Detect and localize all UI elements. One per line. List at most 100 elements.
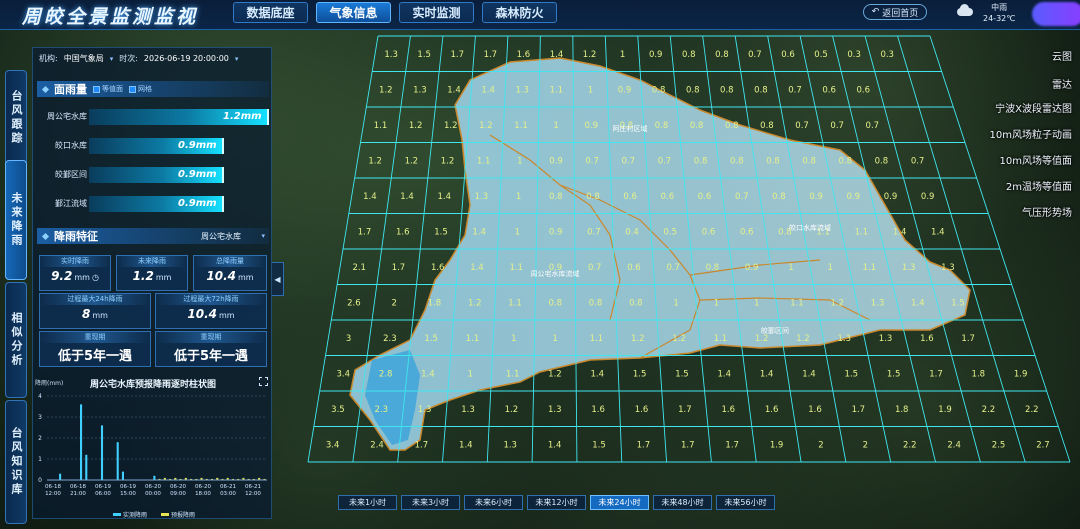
areal-rain-bar-row: 皎口水库 0.9mm: [33, 138, 273, 154]
bar-label: 周公宅水库: [47, 112, 87, 121]
collapse-panel-button[interactable]: ◀: [272, 262, 284, 296]
grid-cell-value: 1.3: [871, 298, 885, 308]
bar-value: 0.9mm: [178, 140, 217, 151]
org-select[interactable]: 中国气象局: [64, 53, 104, 64]
grid-cell-value: 0.8: [690, 121, 704, 131]
grid-cell-value: 1.4: [548, 440, 562, 450]
grid-cell-value: 1.7: [678, 405, 692, 415]
x-tick-label: 06-19 06:00: [95, 484, 111, 497]
tab-data-base[interactable]: 数据底座: [233, 2, 308, 23]
time-button[interactable]: 未来48小时: [653, 495, 712, 510]
grid-cell-value: 2.2: [1025, 405, 1039, 415]
grid-cell-value: 1.9: [1014, 369, 1028, 379]
tab-forest-fire[interactable]: 森林防火: [482, 2, 557, 23]
grid-cell-value: 1: [516, 192, 521, 202]
chevron-down-icon: ▾: [261, 232, 265, 240]
grid-cell-value: 1.2: [405, 156, 419, 166]
expand-icon[interactable]: [259, 377, 268, 386]
grid-cell-value: 0.8: [589, 298, 603, 308]
tab-weather-info[interactable]: 气象信息: [316, 2, 391, 23]
grid-cell-value: 0.7: [658, 156, 672, 166]
layer-toggle[interactable]: 10m风场等值面: [1000, 152, 1072, 167]
tab-realtime-monitor[interactable]: 实时监测: [399, 2, 474, 23]
bar-label: 鄞江流域: [55, 199, 87, 208]
grid-cell-value: 1.4: [802, 369, 816, 379]
time-button[interactable]: 未来6小时: [464, 495, 523, 510]
grid-cell-value: 0.8: [686, 85, 700, 95]
layer-toggle[interactable]: 云图: [1052, 48, 1072, 63]
card-return-period-2: 重现期 低于5年一遇: [155, 331, 267, 367]
x-tick-label: 06-19 15:00: [120, 484, 136, 497]
grid-cell-value: 1.3: [461, 405, 475, 415]
bar-value: 0.9mm: [178, 198, 217, 209]
card-realtime-rain: 实时降雨 9.2 mm ◷: [39, 255, 111, 291]
grid-cell-value: 0.7: [735, 192, 749, 202]
user-avatar[interactable]: [1032, 2, 1080, 26]
time-button[interactable]: 未来1小时: [338, 495, 397, 510]
grid-cell-value: 1.3: [879, 334, 893, 344]
grid-cell-value: 0.9: [809, 192, 823, 202]
grid-cell-value: 2.7: [1036, 440, 1050, 450]
grid-cell-value: 2: [818, 440, 823, 450]
grid-cell-value: 0.8: [760, 121, 774, 131]
grid-cell-value: 1.4: [591, 369, 605, 379]
vtab-future-rain[interactable]: 未来降雨: [5, 160, 27, 280]
back-home-button[interactable]: ↶ 返回首页: [863, 4, 927, 20]
chevron-down-icon[interactable]: ▾: [110, 55, 114, 63]
rain-bar-chart: 0 1 2 3 4 06-18 12:00 06-18 21:00 06-19 06:00 06-19…: [38, 393, 267, 497]
grid-cell-value: 1.7: [852, 405, 866, 415]
grid-cell-value: 1.5: [887, 369, 901, 379]
layer-toggle[interactable]: 宁波X波段雷达图: [995, 100, 1072, 115]
layer-toggle[interactable]: 气压形势场: [1022, 204, 1072, 219]
grid-cell-value: 1.4: [893, 227, 907, 237]
time-button[interactable]: 未来56小时: [716, 495, 775, 510]
app-title: 周皎全景监测监视: [22, 6, 199, 28]
grid-cell-value: 1.4: [400, 192, 414, 202]
grid-cell-value: 1.4: [718, 369, 732, 379]
vtab-typhoon-track[interactable]: 台风跟踪: [5, 70, 27, 166]
grid-cell-value: 0.8: [802, 156, 816, 166]
grid-cell-value: 1.2: [548, 369, 562, 379]
grid-cell-value: 1: [673, 298, 678, 308]
grid-cell-value: 0.9: [745, 263, 759, 273]
vtab-similar-analysis[interactable]: 相似分析: [5, 282, 27, 398]
time-button[interactable]: 未来12小时: [527, 495, 586, 510]
grid-checkbox[interactable]: 网格: [129, 84, 152, 94]
grid-cell-value: 1.6: [517, 50, 531, 60]
legend-forecast: 预报降雨: [161, 510, 195, 519]
layer-toggle[interactable]: 2m温场等值面: [1006, 178, 1072, 193]
y-tick-label: 1: [38, 456, 42, 463]
grid-cell-value: 1: [552, 334, 557, 344]
reservoir-select[interactable]: 周公宅水库 ▾: [197, 229, 269, 243]
grid-cell-value: 0.7: [748, 50, 762, 60]
contour-checkbox[interactable]: 等值面: [93, 84, 123, 94]
grid-cell-value: 1.2: [468, 298, 482, 308]
chevron-down-icon[interactable]: ▾: [235, 55, 239, 63]
areal-rain-header: 面雨量 等值面 网格: [37, 81, 269, 97]
grid-cell-value: 1: [553, 121, 558, 131]
layer-toggle[interactable]: 10m风场粒子动画: [990, 126, 1072, 141]
grid-cell-value: 1.3: [503, 440, 517, 450]
legend-swatch: [161, 513, 169, 516]
vtab-typhoon-knowledge[interactable]: 台风知识库: [5, 400, 27, 524]
card-return-period-1: 重现期 低于5年一遇: [39, 331, 151, 367]
bar-label: 皎鄞区间: [55, 170, 87, 179]
time-select[interactable]: 2026-06-19 20:00:00: [144, 54, 229, 63]
grid-cell-value: 1.1: [514, 121, 528, 131]
back-arrow-icon: ↶: [871, 7, 880, 17]
grid-cell-value: 1: [827, 263, 832, 273]
x-tick-label: 06-18 21:00: [70, 484, 86, 497]
grid-cell-value: 2.2: [903, 440, 917, 450]
diamond-icon: [41, 85, 50, 93]
place-label: 皎口水库流域: [789, 223, 831, 232]
legend-swatch: [113, 513, 121, 516]
grid-cell-value: 1.3: [475, 192, 489, 202]
top-header: 周皎全景监测监视 数据底座 气象信息 实时监测 森林防火 ↶ 返回首页 中雨 2…: [0, 0, 1080, 30]
grid-cell-value: 1.4: [481, 85, 495, 95]
time-button[interactable]: 未来24小时: [590, 495, 649, 510]
grid-cell-value: 1.2: [441, 156, 455, 166]
layer-toggle[interactable]: 雷达: [1052, 76, 1072, 91]
card-future-rain: 未来降雨 1.2 mm: [116, 255, 188, 291]
time-button[interactable]: 未来3小时: [401, 495, 460, 510]
bar-value: 0.9mm: [178, 169, 217, 180]
